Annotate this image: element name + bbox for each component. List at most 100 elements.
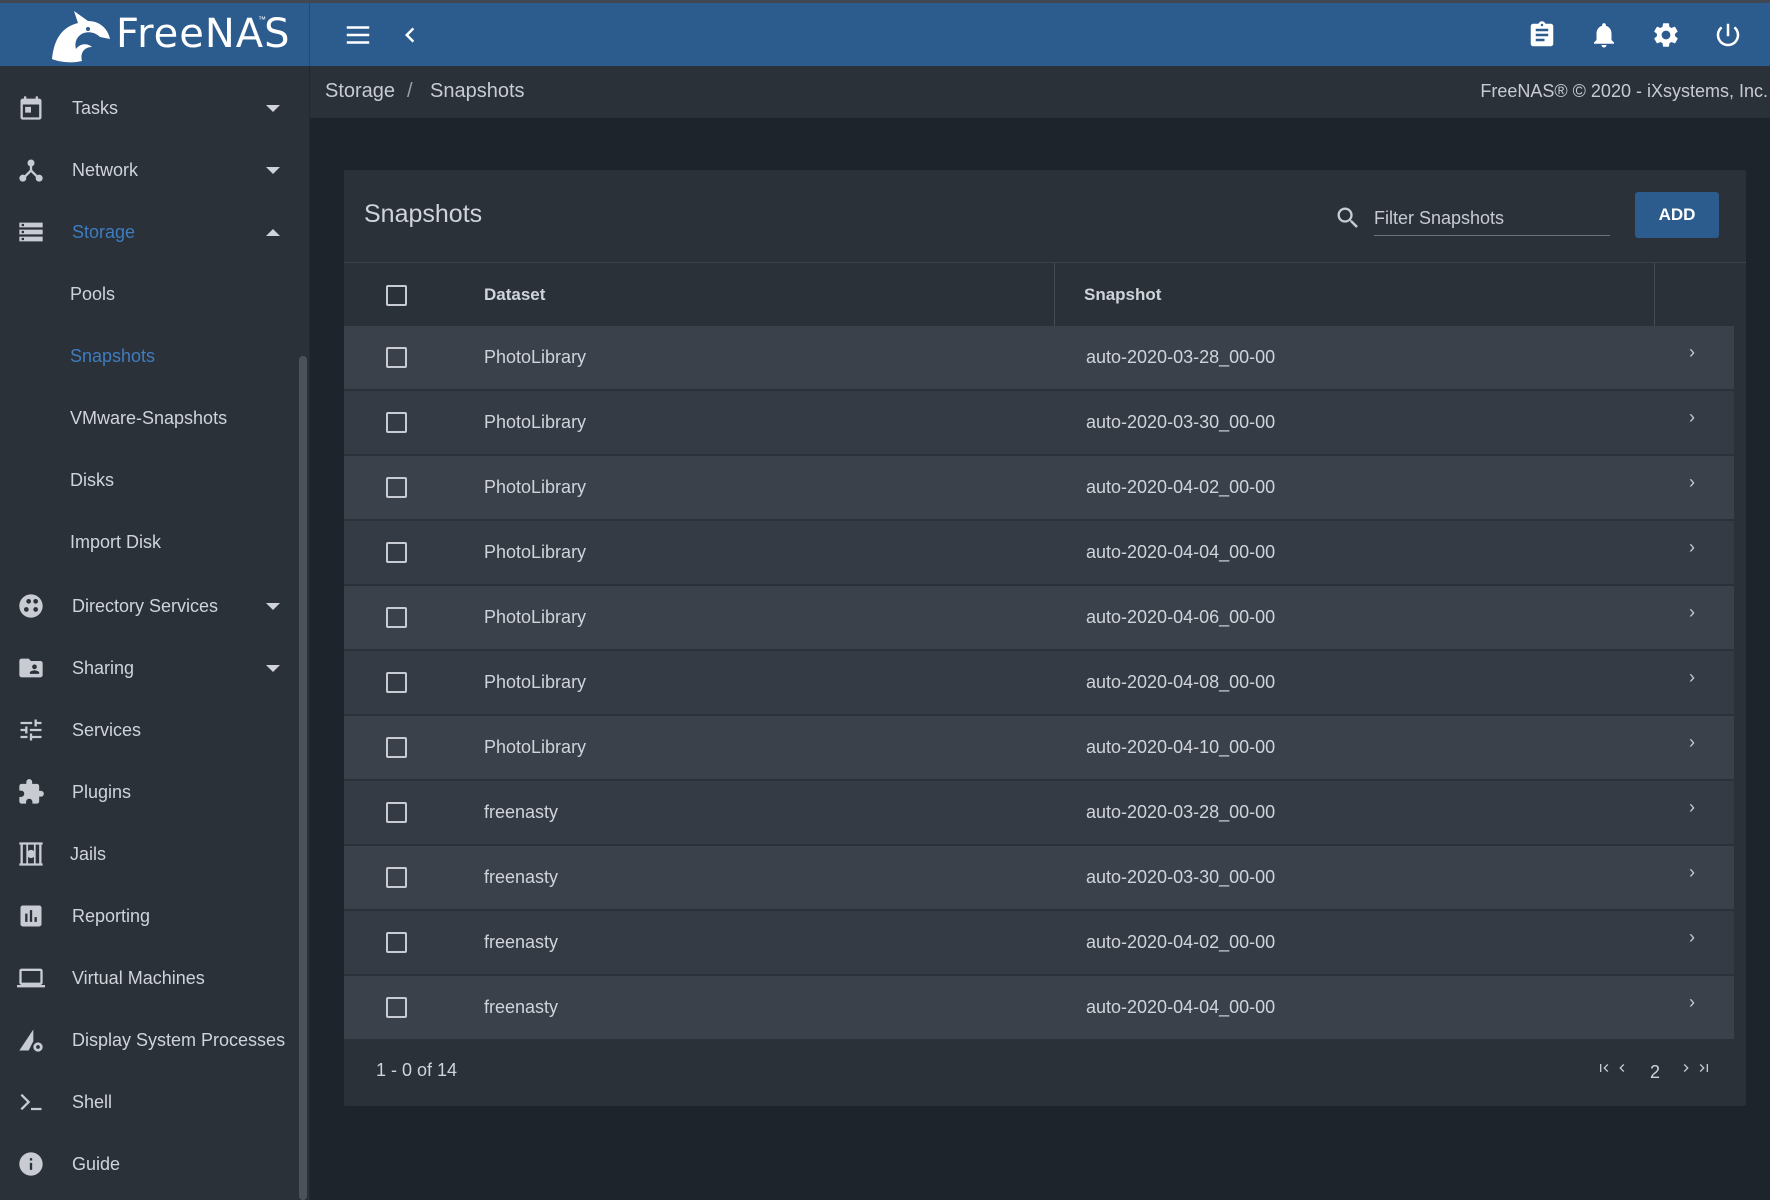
column-header-dataset[interactable]: Dataset bbox=[484, 285, 545, 305]
sidebar-item-tasks[interactable]: Tasks bbox=[0, 78, 300, 138]
sidebar-item-label: Reporting bbox=[72, 905, 151, 926]
row-checkbox[interactable] bbox=[386, 737, 407, 758]
sidebar-subitem-pools[interactable]: Pools bbox=[70, 284, 115, 305]
chevron-right-icon[interactable]: › bbox=[1689, 342, 1695, 363]
cell-snapshot: auto-2020-04-10_00-00 bbox=[1086, 737, 1276, 757]
chevron-right-icon[interactable]: › bbox=[1689, 862, 1695, 883]
sidebar-item-storage[interactable]: Storage bbox=[0, 202, 300, 262]
chevron-right-icon[interactable]: › bbox=[1689, 602, 1695, 623]
cell-dataset: PhotoLibrary bbox=[484, 477, 587, 497]
laptop-icon bbox=[16, 963, 46, 993]
sidebar-subitem-disks[interactable]: Disks bbox=[70, 470, 114, 491]
row-checkbox[interactable] bbox=[386, 672, 407, 693]
next-page-icon[interactable] bbox=[1678, 1060, 1696, 1078]
calendar-icon bbox=[16, 93, 46, 123]
sidebar-item-display-system-processes[interactable]: Display System Processes bbox=[0, 1010, 300, 1070]
puzzle-icon bbox=[16, 777, 46, 807]
cell-dataset: freenasty bbox=[484, 932, 559, 952]
chevron-right-icon[interactable]: › bbox=[1689, 732, 1695, 753]
bell-icon[interactable] bbox=[1586, 17, 1622, 53]
sidebar-item-reporting[interactable]: Reporting bbox=[0, 886, 300, 946]
column-header-snapshot[interactable]: Snapshot bbox=[1084, 285, 1161, 305]
select-all-checkbox[interactable] bbox=[386, 285, 407, 306]
first-page-icon[interactable] bbox=[1596, 1060, 1614, 1078]
current-page-number: 2 bbox=[1650, 1062, 1661, 1082]
clipboard-icon[interactable] bbox=[1524, 17, 1560, 53]
sidebar-scrollbar[interactable] bbox=[299, 356, 307, 1200]
copyright-text: FreeNAS® © 2020 - iXsystems, Inc. bbox=[1480, 81, 1768, 101]
cell-snapshot: auto-2020-03-30_00-00 bbox=[1086, 412, 1276, 432]
cell-dataset: PhotoLibrary bbox=[484, 672, 587, 692]
row-checkbox[interactable] bbox=[386, 607, 407, 628]
sidebar-item-services[interactable]: Services bbox=[0, 700, 300, 760]
row-checkbox[interactable] bbox=[386, 997, 407, 1018]
search-input[interactable] bbox=[1374, 198, 1610, 236]
table-row[interactable]: PhotoLibrary auto-2020-04-08_00-00 › bbox=[344, 651, 1734, 715]
row-checkbox[interactable] bbox=[386, 542, 407, 563]
sidebar-subitem-import-disk[interactable]: Import Disk bbox=[70, 532, 161, 553]
chevron-down-icon bbox=[266, 104, 280, 112]
row-checkbox[interactable] bbox=[386, 477, 407, 498]
sidebar-item-label: Jails bbox=[70, 843, 107, 864]
sidebar-item-label: Display System Processes bbox=[72, 1029, 286, 1050]
sidebar-item-label: Shell bbox=[72, 1091, 113, 1112]
sidebar-item-network[interactable]: Network bbox=[0, 140, 300, 200]
table-row[interactable]: PhotoLibrary auto-2020-04-04_00-00 › bbox=[344, 521, 1734, 585]
chevron-right-icon[interactable]: › bbox=[1689, 992, 1695, 1013]
sidebar-item-label: Guide bbox=[72, 1153, 121, 1174]
bar-chart-icon bbox=[16, 901, 46, 931]
table-row[interactable]: freenasty auto-2020-03-28_00-00 › bbox=[344, 781, 1734, 845]
table-row[interactable]: PhotoLibrary auto-2020-04-10_00-00 › bbox=[344, 716, 1734, 780]
last-page-icon[interactable] bbox=[1696, 1060, 1714, 1078]
previous-page-icon[interactable] bbox=[1614, 1060, 1632, 1078]
trademark: ™ bbox=[258, 15, 266, 24]
cell-snapshot: auto-2020-04-02_00-00 bbox=[1086, 932, 1276, 952]
table-row[interactable]: PhotoLibrary auto-2020-03-28_00-00 › bbox=[344, 326, 1734, 390]
sidebar: Tasks Network Storage Pools Snapshots VM… bbox=[0, 66, 310, 1200]
table-row[interactable]: freenasty auto-2020-03-30_00-00 › bbox=[344, 846, 1734, 910]
hamburger-menu-icon[interactable] bbox=[340, 17, 376, 53]
table-row[interactable]: freenasty auto-2020-04-04_00-00 › bbox=[344, 976, 1734, 1040]
sidebar-item-label: Plugins bbox=[72, 781, 132, 802]
table-row[interactable]: PhotoLibrary auto-2020-04-06_00-00 › bbox=[344, 586, 1734, 650]
sidebar-item-sharing[interactable]: Sharing bbox=[0, 638, 300, 698]
breadcrumb-separator: / bbox=[407, 80, 413, 102]
column-divider[interactable] bbox=[1054, 263, 1055, 327]
folder-share-icon bbox=[16, 653, 46, 683]
breadcrumb-storage-link[interactable]: Storage bbox=[325, 80, 395, 103]
gear-icon[interactable] bbox=[1648, 17, 1684, 53]
sidebar-item-label: Tasks bbox=[72, 97, 119, 118]
sidebar-item-jails[interactable]: Jails bbox=[0, 824, 300, 884]
chevron-down-icon bbox=[266, 664, 280, 672]
sidebar-item-virtual-machines[interactable]: Virtual Machines bbox=[0, 948, 300, 1008]
info-icon bbox=[16, 1149, 46, 1179]
chevron-right-icon[interactable]: › bbox=[1689, 407, 1695, 428]
chevron-right-icon[interactable]: › bbox=[1689, 927, 1695, 948]
table-row[interactable]: freenasty auto-2020-04-02_00-00 › bbox=[344, 911, 1734, 975]
chevron-right-icon[interactable]: › bbox=[1689, 667, 1695, 688]
sidebar-item-directory-services[interactable]: Directory Services bbox=[0, 576, 300, 636]
cell-snapshot: auto-2020-04-04_00-00 bbox=[1086, 542, 1276, 562]
chevron-right-icon[interactable]: › bbox=[1689, 797, 1695, 818]
sidebar-subitem-snapshots[interactable]: Snapshots bbox=[70, 346, 155, 367]
chevron-right-icon[interactable]: › bbox=[1689, 537, 1695, 558]
row-checkbox[interactable] bbox=[386, 802, 407, 823]
row-checkbox[interactable] bbox=[386, 347, 407, 368]
row-checkbox[interactable] bbox=[386, 412, 407, 433]
table-row[interactable]: PhotoLibrary auto-2020-04-02_00-00 › bbox=[344, 456, 1734, 520]
cell-snapshot: auto-2020-03-28_00-00 bbox=[1086, 802, 1276, 822]
sidebar-item-shell[interactable]: Shell bbox=[0, 1072, 300, 1132]
chevron-left-icon[interactable] bbox=[392, 17, 428, 53]
row-checkbox[interactable] bbox=[386, 867, 407, 888]
sidebar-item-guide[interactable]: Guide bbox=[0, 1134, 300, 1194]
sidebar-subitem-vmware-snapshots[interactable]: VMware-Snapshots bbox=[70, 408, 227, 429]
column-divider[interactable] bbox=[1654, 263, 1655, 327]
freenas-shark-logo-icon bbox=[52, 11, 110, 63]
row-checkbox[interactable] bbox=[386, 932, 407, 953]
chevron-right-icon[interactable]: › bbox=[1689, 472, 1695, 493]
power-icon[interactable] bbox=[1710, 17, 1746, 53]
add-button[interactable]: ADD bbox=[1635, 192, 1719, 238]
sidebar-item-plugins[interactable]: Plugins bbox=[0, 762, 300, 822]
cell-dataset: PhotoLibrary bbox=[484, 737, 587, 757]
table-row[interactable]: PhotoLibrary auto-2020-03-30_00-00 › bbox=[344, 391, 1734, 455]
